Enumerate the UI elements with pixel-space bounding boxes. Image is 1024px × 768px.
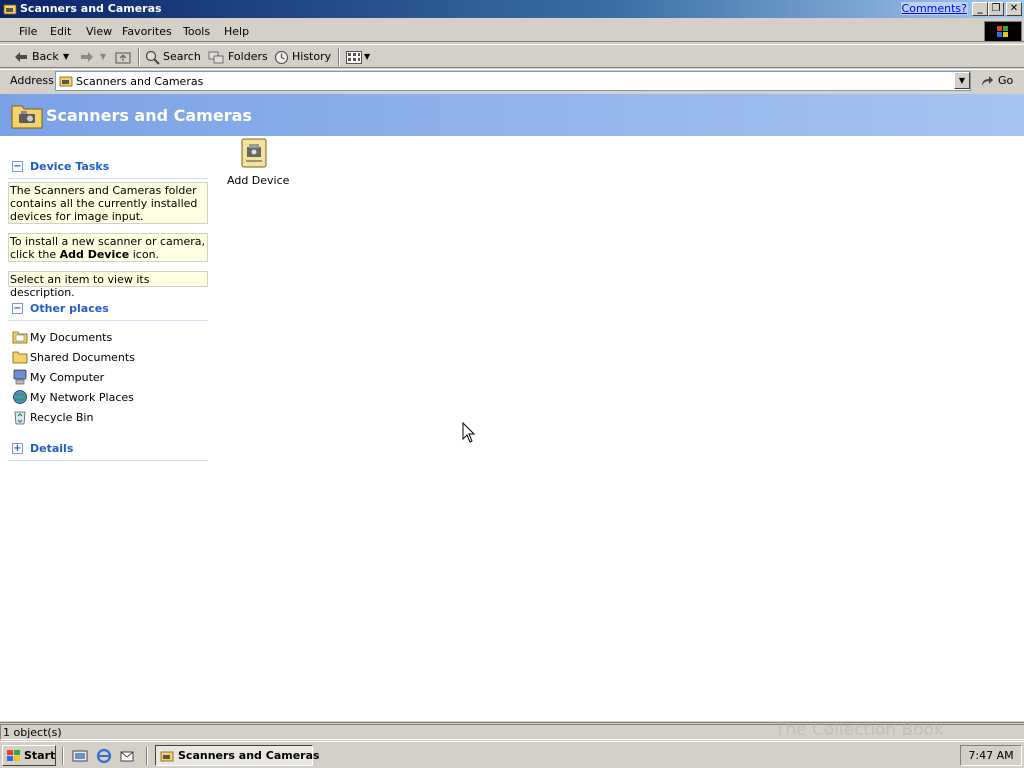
menu-favorites[interactable]: Favorites xyxy=(117,24,177,39)
network-places-icon xyxy=(13,390,27,404)
restore-button[interactable]: ❐ xyxy=(988,2,1004,16)
shared-folder-icon xyxy=(12,351,28,364)
internet-explorer-icon[interactable] xyxy=(96,748,112,764)
folder-title: Scanners and Cameras xyxy=(46,106,252,125)
forward-button[interactable]: ▼ xyxy=(80,48,110,66)
minimize-button[interactable]: _ xyxy=(972,2,988,16)
taskbar: Start Scanners and Cameras 7:47 AM xyxy=(0,741,1024,768)
watermark: The Collection Book xyxy=(775,720,944,740)
scanner-folder-icon xyxy=(3,4,17,15)
other-places-header[interactable]: Other places xyxy=(30,302,109,315)
recycle-bin-icon xyxy=(14,411,26,425)
details-header[interactable]: Details xyxy=(30,442,73,455)
clock[interactable]: 7:47 AM xyxy=(968,749,1013,762)
taskbar-button-scanners-and-cameras[interactable]: Scanners and Cameras xyxy=(155,745,320,766)
add-device-item[interactable]: Add Device xyxy=(224,136,290,190)
device-tasks-note: The Scanners and Cameras folder contains… xyxy=(8,182,208,224)
search-button[interactable]: Search xyxy=(145,48,201,66)
windows-flag-icon xyxy=(997,26,1008,37)
address-field[interactable]: Scanners and Cameras xyxy=(55,71,971,91)
folder-content: Add Device xyxy=(210,136,1024,721)
history-button[interactable]: History xyxy=(274,48,331,66)
address-dropdown-button[interactable]: ▼ xyxy=(954,72,970,89)
expand-icon[interactable]: + xyxy=(12,443,23,454)
address-bar: Address Scanners and Cameras ▼ Go xyxy=(0,69,1024,92)
back-arrow-icon xyxy=(15,52,27,62)
menu-edit[interactable]: Edit xyxy=(45,24,76,39)
task-pane: − Device Tasks The Scanners and Cameras … xyxy=(0,136,210,721)
folder-up-icon xyxy=(115,52,131,64)
comments-link[interactable]: Comments? xyxy=(900,2,968,15)
views-icon xyxy=(346,51,362,64)
menu-view[interactable]: View xyxy=(81,24,117,39)
menu-help[interactable]: Help xyxy=(219,24,254,39)
folders-button[interactable]: Folders xyxy=(208,48,268,66)
views-button[interactable]: ▼ xyxy=(346,48,372,66)
history-icon xyxy=(274,50,289,65)
windows-logo xyxy=(984,21,1022,42)
windows-flag-icon xyxy=(7,750,20,761)
system-tray: 7:47 AM xyxy=(960,745,1022,766)
close-button[interactable]: ✕ xyxy=(1006,2,1022,16)
add-device-label: Add Device xyxy=(227,174,290,187)
menu-file[interactable]: File xyxy=(14,24,42,39)
scanners-cameras-folder-icon xyxy=(11,105,43,129)
collapse-icon[interactable]: − xyxy=(12,303,23,314)
chevron-down-icon: ▼ xyxy=(364,52,371,61)
back-button[interactable]: Back ▼ xyxy=(14,48,70,66)
window-title: Scanners and Cameras xyxy=(20,2,162,15)
folders-icon xyxy=(208,51,224,64)
scanner-folder-icon xyxy=(59,76,73,87)
chevron-down-icon[interactable]: ▼ xyxy=(63,48,69,66)
my-computer-icon xyxy=(13,369,27,385)
add-device-instructions: To install a new scanner or camera, clic… xyxy=(8,233,208,262)
go-arrow-icon xyxy=(982,76,993,86)
folder-header: Scanners and Cameras xyxy=(0,94,1024,136)
title-bar[interactable]: Scanners and Cameras Comments? _ ❐ ✕ xyxy=(0,0,1024,18)
show-desktop-icon[interactable] xyxy=(72,748,88,764)
address-label: Address xyxy=(10,74,54,87)
my-documents-icon xyxy=(12,331,28,344)
device-tasks-header[interactable]: Device Tasks xyxy=(30,160,109,173)
menu-tools[interactable]: Tools xyxy=(178,24,215,39)
start-button[interactable]: Start xyxy=(2,745,56,766)
add-device-emphasis: Add Device xyxy=(59,248,130,261)
collapse-icon[interactable]: − xyxy=(12,161,23,172)
add-device-icon xyxy=(241,138,267,168)
chevron-down-icon[interactable]: ▼ xyxy=(100,48,106,66)
menu-bar: File Edit View Favorites Tools Help xyxy=(0,20,1024,42)
toolbar: Back ▼ ▼ Search Folders History ▼ xyxy=(0,44,1024,68)
address-value: Scanners and Cameras xyxy=(76,75,204,88)
selection-hint: Select an item to view its description. xyxy=(8,271,208,299)
search-icon xyxy=(145,50,160,65)
forward-arrow-icon xyxy=(81,52,93,62)
go-button[interactable]: Go xyxy=(978,72,1018,90)
up-folder-button[interactable] xyxy=(114,48,132,66)
outlook-express-icon[interactable] xyxy=(119,748,135,764)
mouse-pointer-icon xyxy=(462,422,476,443)
scanner-folder-icon xyxy=(160,751,174,762)
